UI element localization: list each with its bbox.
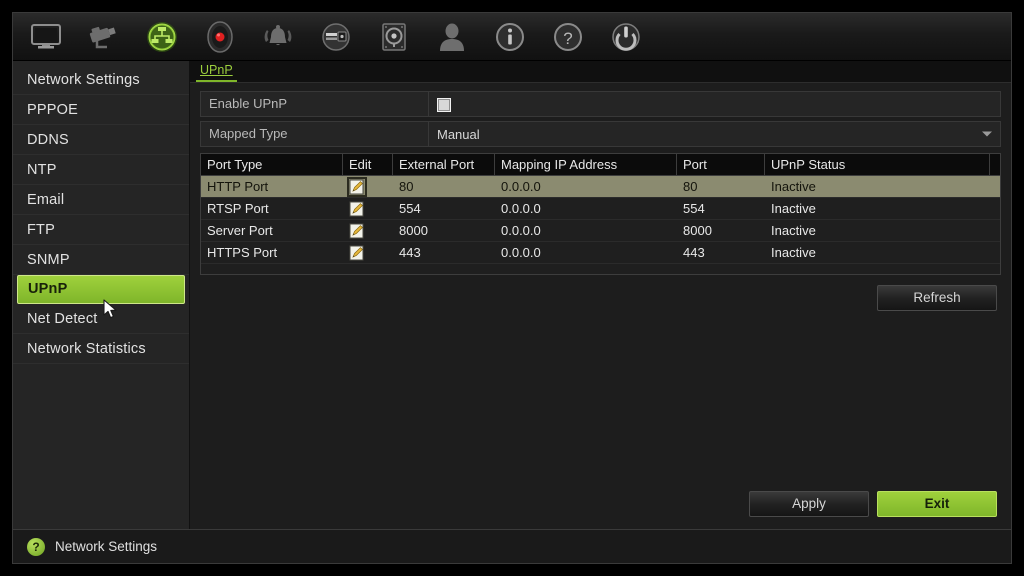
cell-port-type: HTTPS Port <box>207 245 278 260</box>
cell-external-port: 80 <box>399 179 414 194</box>
status-bar: ? Network Settings <box>13 529 1011 563</box>
cell-mapping-ip: 0.0.0.0 <box>501 201 541 216</box>
mapped-type-row: Mapped Type Manual <box>200 121 1001 147</box>
tab-upnp[interactable]: UPnP <box>196 61 237 82</box>
cell-external-port: 443 <box>399 245 421 260</box>
sidebar-item-snmp[interactable]: SNMP <box>13 245 189 275</box>
table-row[interactable]: HTTP Port 80 0.0.0.0 80 Inactive <box>201 176 1000 198</box>
help-icon[interactable]: ? <box>545 17 591 57</box>
edit-icon[interactable] <box>349 245 365 261</box>
sidebar-item-network-settings[interactable]: Network Settings <box>13 65 189 95</box>
column-header-external-port: External Port <box>393 154 495 175</box>
sidebar-item-network-statistics[interactable]: Network Statistics <box>13 334 189 364</box>
mapped-type-label: Mapped Type <box>201 122 429 146</box>
cell-port: 80 <box>683 179 698 194</box>
column-header-upnp-status: UPnP Status <box>765 154 990 175</box>
table-row[interactable]: Server Port 8000 0.0.0.0 8000 Inactive <box>201 220 1000 242</box>
cell-external-port: 8000 <box>399 223 428 238</box>
monitor-icon[interactable] <box>23 17 69 57</box>
cell-upnp-status: Inactive <box>771 245 816 260</box>
cell-upnp-status: Inactive <box>771 223 816 238</box>
svg-text:?: ? <box>563 29 572 48</box>
column-header-port: Port <box>677 154 765 175</box>
edit-icon[interactable] <box>349 201 365 217</box>
cell-port-type: HTTP Port <box>207 179 269 194</box>
table-row[interactable]: HTTPS Port 443 0.0.0.0 443 Inactive <box>201 242 1000 264</box>
user-icon[interactable] <box>429 17 475 57</box>
cell-mapping-ip: 0.0.0.0 <box>501 179 541 194</box>
cell-port-type: RTSP Port <box>207 201 269 216</box>
enable-upnp-field <box>429 96 1000 112</box>
enable-upnp-label: Enable UPnP <box>201 92 429 116</box>
mapped-type-select[interactable]: Manual <box>429 127 1000 142</box>
column-header-mapping-ip: Mapping IP Address <box>495 154 677 175</box>
enable-upnp-checkbox[interactable] <box>437 97 451 112</box>
cell-edit[interactable] <box>343 198 393 219</box>
sidebar-item-ntp[interactable]: NTP <box>13 155 189 185</box>
network-icon[interactable] <box>139 17 185 57</box>
refresh-button[interactable]: Refresh <box>877 285 997 311</box>
device-icon[interactable] <box>313 17 359 57</box>
alarm-bell-icon[interactable] <box>255 17 301 57</box>
cell-upnp-status: Inactive <box>771 179 816 194</box>
cell-mapping-ip: 0.0.0.0 <box>501 245 541 260</box>
column-header-edit: Edit <box>343 154 393 175</box>
hdd-icon[interactable] <box>371 17 417 57</box>
edit-icon[interactable] <box>349 223 365 239</box>
upnp-panel: Enable UPnP Mapped Type Manual Port Type… <box>190 83 1011 529</box>
info-icon[interactable] <box>487 17 533 57</box>
cell-edit[interactable] <box>343 220 393 241</box>
sidebar-item-ddns[interactable]: DDNS <box>13 125 189 155</box>
record-icon[interactable] <box>197 17 243 57</box>
power-icon[interactable] <box>603 17 649 57</box>
table-row[interactable]: RTSP Port 554 0.0.0.0 554 Inactive <box>201 198 1000 220</box>
refresh-row: Refresh <box>200 285 1001 311</box>
cell-port: 8000 <box>683 223 712 238</box>
window-body: Network Settings PPPOE DDNS NTP Email FT… <box>13 61 1011 529</box>
mapped-type-value: Manual <box>437 126 480 142</box>
screen: ? Network Settings PPPOE DDNS NTP Email <box>0 0 1024 576</box>
cell-edit[interactable] <box>343 242 393 263</box>
cell-port: 554 <box>683 201 705 216</box>
port-mapping-table: Port Type Edit External Port Mapping IP … <box>200 153 1001 275</box>
camera-icon[interactable] <box>81 17 127 57</box>
column-header-spacer <box>990 154 1000 175</box>
sidebar-item-pppoe[interactable]: PPPOE <box>13 95 189 125</box>
chevron-down-icon[interactable] <box>982 131 992 137</box>
apply-button[interactable]: Apply <box>749 491 869 517</box>
edit-icon[interactable] <box>347 176 367 197</box>
status-text: Network Settings <box>55 539 158 554</box>
exit-button[interactable]: Exit <box>877 491 997 517</box>
top-toolbar: ? <box>13 13 1011 61</box>
content-area: UPnP Enable UPnP Mapped Type Manual Port… <box>190 61 1011 529</box>
cell-edit[interactable] <box>343 176 393 197</box>
enable-upnp-row: Enable UPnP <box>200 91 1001 117</box>
sidebar-item-upnp[interactable]: UPnP <box>17 275 185 304</box>
sidebar-item-email[interactable]: Email <box>13 185 189 215</box>
cell-port: 443 <box>683 245 705 260</box>
cell-mapping-ip: 0.0.0.0 <box>501 223 541 238</box>
sidebar-item-ftp[interactable]: FTP <box>13 215 189 245</box>
sidebar: Network Settings PPPOE DDNS NTP Email FT… <box>13 61 190 529</box>
cell-port-type: Server Port <box>207 223 273 238</box>
column-header-port-type: Port Type <box>201 154 343 175</box>
footer-buttons: Apply Exit <box>749 491 997 517</box>
cell-external-port: 554 <box>399 201 421 216</box>
sidebar-item-net-detect[interactable]: Net Detect <box>13 304 189 334</box>
cell-upnp-status: Inactive <box>771 201 816 216</box>
tab-bar: UPnP <box>190 61 1011 83</box>
main-window: ? Network Settings PPPOE DDNS NTP Email <box>12 12 1012 564</box>
help-circle-icon[interactable]: ? <box>27 537 45 556</box>
table-header: Port Type Edit External Port Mapping IP … <box>201 154 1000 176</box>
